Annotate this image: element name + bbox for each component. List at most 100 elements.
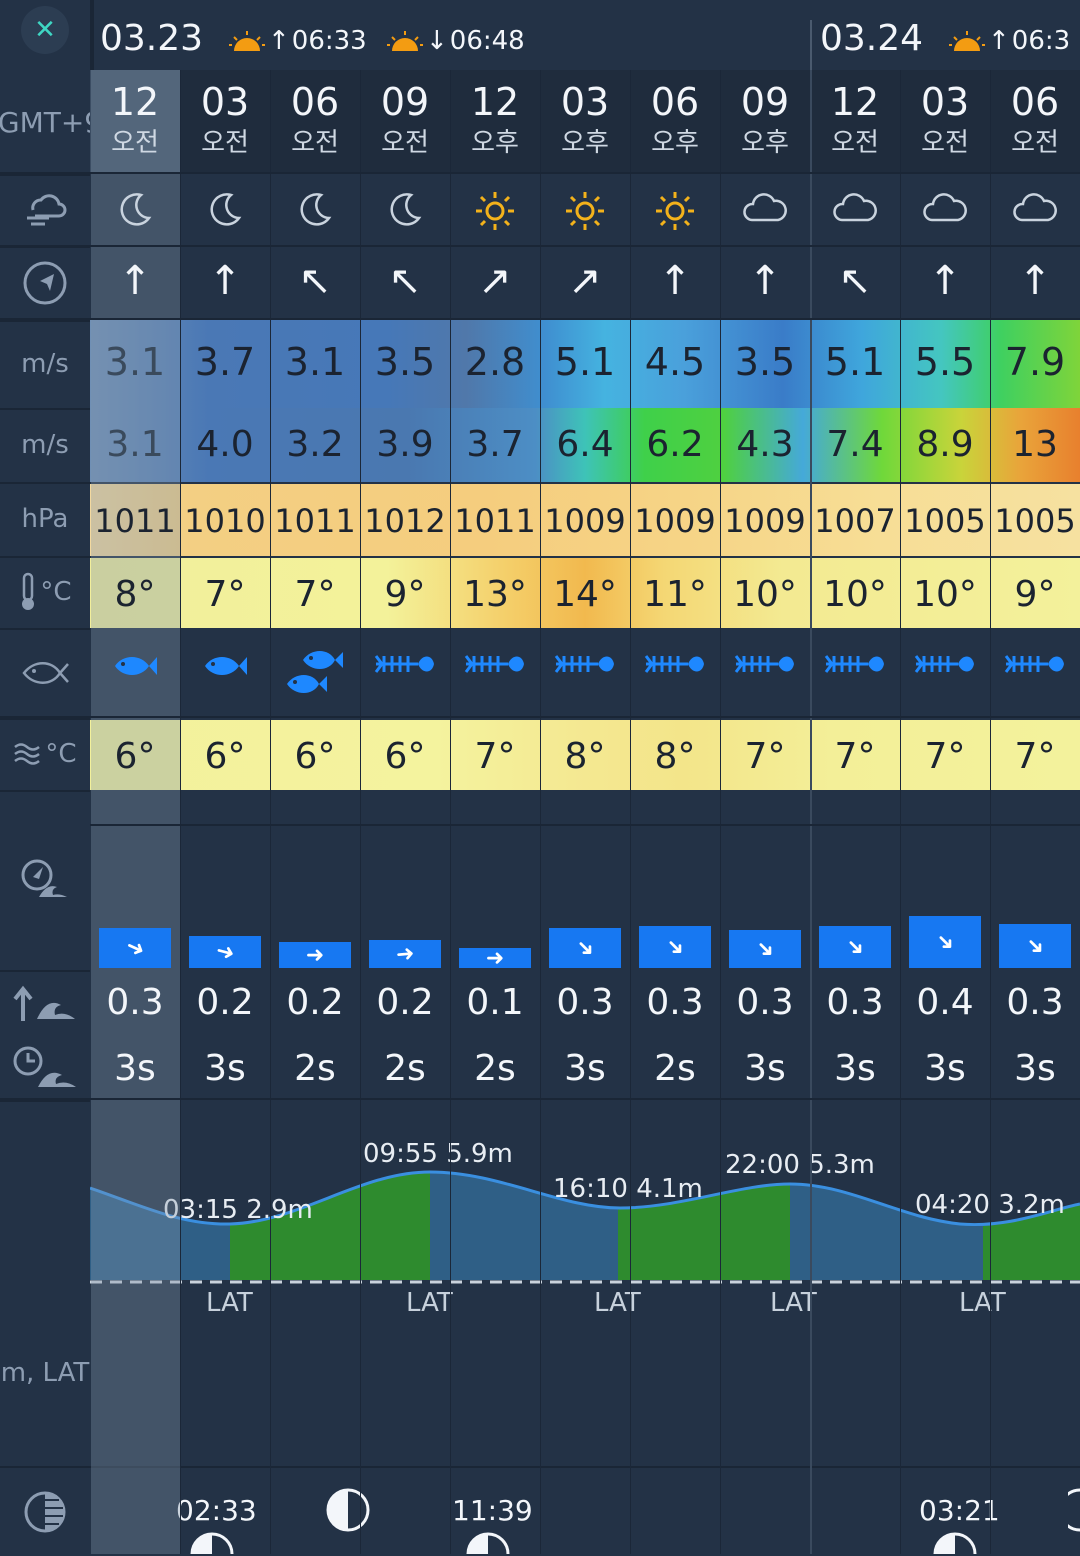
fish-bone-icon — [450, 652, 540, 676]
temperature-value: 11° — [643, 574, 707, 615]
moon-time-2: 11:39 — [452, 1494, 533, 1527]
water-temp-value: 8° — [654, 736, 696, 777]
row-separator — [0, 1098, 1080, 1100]
hour-label: 06 — [1010, 80, 1060, 124]
first-quarter-moon-icon — [326, 1488, 370, 1532]
weather-wind-icon — [27, 194, 67, 226]
wind-speed-value: 5.5 — [914, 340, 976, 384]
wave-height-value: 0.3 — [556, 982, 614, 1023]
wind-speed-value: 2.8 — [464, 340, 526, 384]
water-temp-value: 7° — [474, 736, 516, 777]
wave-direction-arrow-icon: ➜ — [394, 940, 416, 968]
gust-value: 3.1 — [106, 424, 164, 465]
pressure-value: 1010 — [184, 502, 266, 540]
wind-direction-arrow: ↑ — [748, 258, 782, 304]
wave-direction-box: ➜ — [189, 936, 261, 968]
moonset-icon — [466, 1532, 510, 1554]
gust-value: 4.3 — [736, 424, 794, 465]
wave-height-value: 0.3 — [106, 982, 164, 1023]
wave-period-value: 2s — [474, 1048, 516, 1089]
tide-low-2: 16:10 4.1m — [553, 1174, 703, 1204]
wave-period-value: 3s — [834, 1048, 876, 1089]
wave-period-icon — [13, 1046, 76, 1087]
wave-direction-row-label — [0, 790, 90, 972]
sunrise-icon — [949, 31, 985, 51]
direction-row-label — [0, 246, 90, 322]
thermometer-icon — [22, 572, 35, 610]
label-column: ✕ GMT+9 m/s m/s hPa °C °C m, LAT — [0, 0, 102, 1554]
wave-direction-box: ➜ — [729, 930, 801, 968]
gust-value: 3.9 — [376, 424, 434, 465]
water-temp-value: 6° — [294, 736, 336, 777]
water-temp-value: 8° — [564, 736, 606, 777]
cloud-icon — [900, 190, 990, 224]
temperature-value: 9° — [1014, 574, 1056, 615]
hour-label: 12 — [830, 80, 880, 124]
lat-label: LAT — [959, 1288, 1006, 1318]
temperature-value: 8° — [114, 574, 156, 615]
wave-height-value: 0.3 — [826, 982, 884, 1023]
close-cell: ✕ — [0, 0, 90, 70]
wind-speed-value: 3.5 — [734, 340, 796, 384]
pressure-value: 1011 — [454, 502, 536, 540]
wave-period-value: 3s — [744, 1048, 786, 1089]
ampm-label: 오전 — [291, 128, 339, 158]
pressure-value: 1009 — [724, 502, 806, 540]
wind-direction-arrow: ↖ — [388, 258, 422, 304]
moon-icon — [90, 190, 180, 230]
tide-high-2: 22:00 5.3m — [725, 1150, 875, 1180]
water-temp-value: 7° — [924, 736, 966, 777]
fish-bone-icon — [720, 652, 810, 676]
wave-direction-box: ➜ — [369, 940, 441, 968]
wave-period-value: 3s — [114, 1048, 156, 1089]
wave-height-value: 0.3 — [1006, 982, 1064, 1023]
timezone-label: GMT+9 — [0, 105, 103, 139]
pressure-value: 1009 — [544, 502, 626, 540]
wind-speed-value: 5.1 — [554, 340, 616, 384]
tide-unit: m, LAT — [0, 1358, 90, 1388]
close-icon: ✕ — [34, 15, 56, 45]
wave-direction-arrow-icon: ➜ — [212, 937, 238, 967]
wind-speed-value: 3.1 — [284, 340, 346, 384]
hour-label: 03 — [560, 80, 610, 124]
close-button[interactable]: ✕ — [21, 6, 69, 54]
temperature-value: 13° — [463, 574, 527, 615]
wind-speed-value: 7.9 — [1004, 340, 1066, 384]
fish-bone-icon — [360, 652, 450, 676]
gust-value: 6.4 — [556, 424, 614, 465]
temperature-value: 10° — [823, 574, 887, 615]
hour-label: 06 — [650, 80, 700, 124]
wave-height-value: 0.2 — [286, 982, 344, 1023]
pressure-row-label: hPa — [0, 482, 90, 558]
wave-height-row-label — [0, 970, 90, 1036]
sunset-icon — [387, 31, 423, 51]
wind-direction-arrow: ↑ — [118, 258, 152, 304]
pressure-value: 1011 — [274, 502, 356, 540]
row-separator — [0, 318, 1080, 320]
wind-direction-arrow: ↗ — [478, 258, 512, 304]
temperature-row-label: °C — [0, 556, 90, 630]
water-temp-value: 7° — [744, 736, 786, 777]
wind-direction-arrow: ↑ — [928, 258, 962, 304]
wave-direction-box: ➜ — [999, 924, 1071, 968]
wave-direction-arrow-icon: ➜ — [1019, 930, 1051, 962]
tide-row-label: m, LAT — [0, 1100, 90, 1466]
pressure-value: 1011 — [94, 502, 176, 540]
sun-icon — [540, 190, 630, 232]
day2-sunrise: ↑ 06:3 — [948, 26, 1070, 56]
wind-direction-arrow: ↑ — [208, 258, 242, 304]
moon-phase-partial-icon — [1068, 1488, 1080, 1532]
wave-direction-arrow-icon: ➜ — [839, 931, 871, 963]
ampm-label: 오후 — [471, 128, 519, 158]
cloud-icon — [720, 190, 810, 224]
sun-icon — [450, 190, 540, 232]
compass-icon — [23, 261, 67, 305]
wave-period-value: 2s — [294, 1048, 336, 1089]
sun-icon — [630, 190, 720, 232]
wave-height-value: 0.3 — [646, 982, 704, 1023]
water-temp-value: 6° — [114, 736, 156, 777]
fish-bone-icon — [990, 652, 1080, 676]
moon-icon — [270, 190, 360, 230]
row-separator — [90, 824, 1080, 826]
pressure-value: 1007 — [814, 502, 896, 540]
